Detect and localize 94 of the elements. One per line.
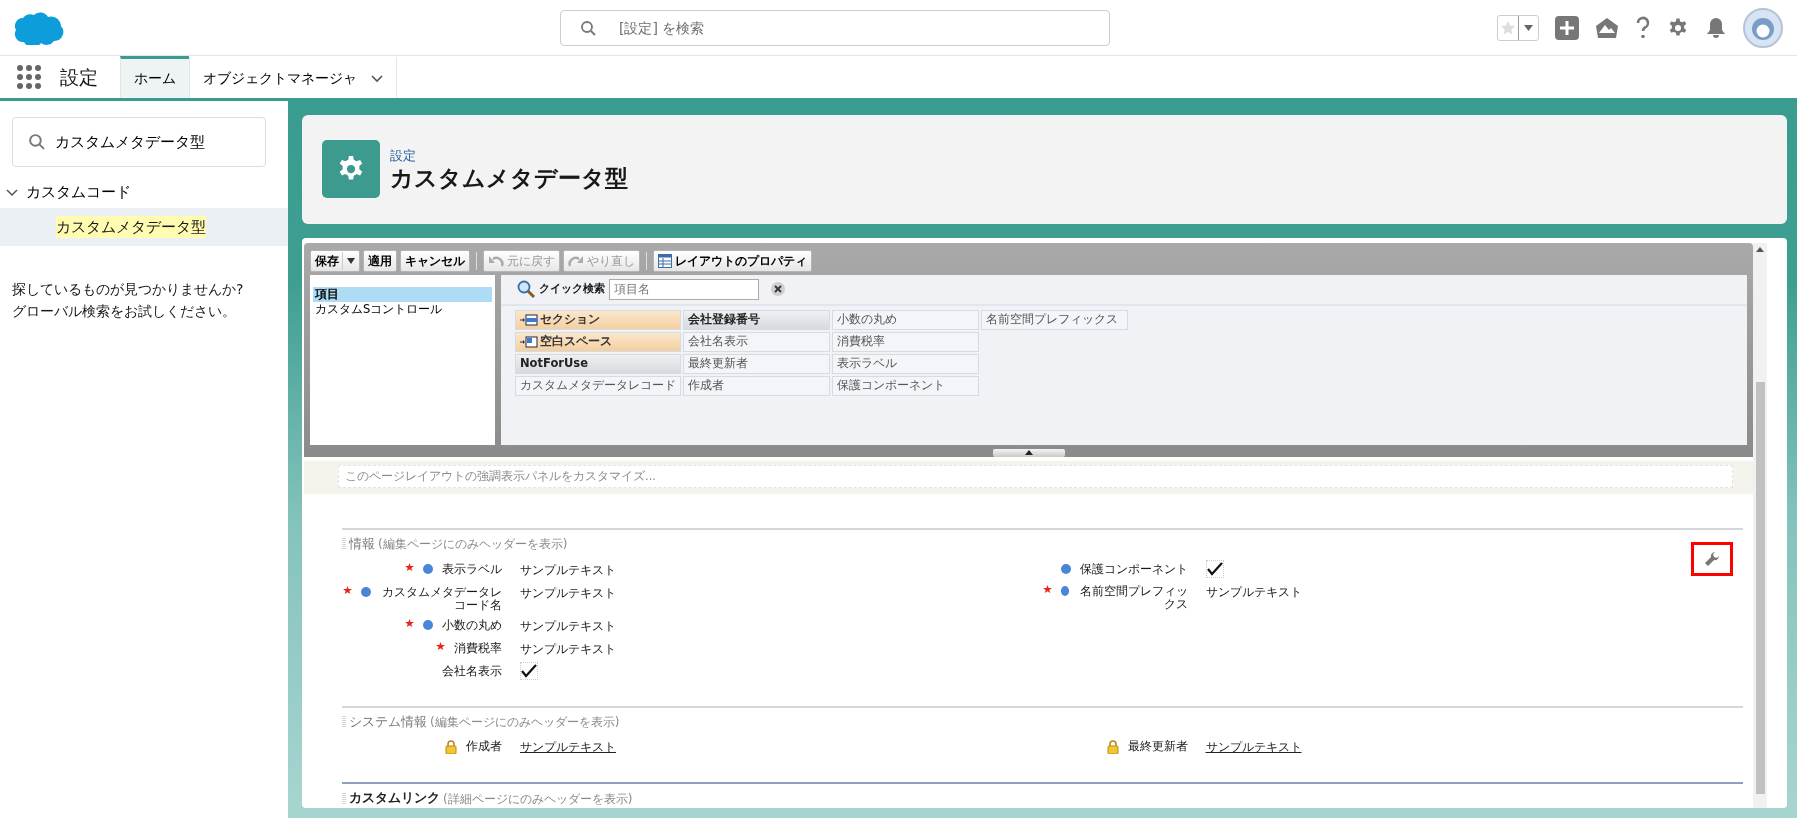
grip-icon xyxy=(342,715,346,728)
quick-find-label: クイック検索 xyxy=(539,280,605,297)
palette-item[interactable]: セクション xyxy=(515,309,681,330)
grip-icon xyxy=(342,538,346,551)
status-dot-icon xyxy=(423,619,433,630)
field-value: サンプルテキスト xyxy=(520,640,616,658)
field-label: 保護コンポーネント xyxy=(1079,560,1188,576)
section-icon xyxy=(520,313,538,326)
category-item[interactable]: 項目 xyxy=(313,286,492,302)
toolbar-button[interactable]: 保存 xyxy=(310,249,360,272)
status-dot-icon xyxy=(1060,585,1069,596)
favorites-button[interactable] xyxy=(1497,14,1539,41)
palette-item[interactable]: 空白スペース xyxy=(515,331,681,352)
required-star-icon xyxy=(405,562,414,572)
bell-icon[interactable] xyxy=(1705,16,1727,39)
field-label: 最終更新者 xyxy=(1127,738,1188,754)
palette-item[interactable]: 小数の丸め xyxy=(832,309,979,330)
palette-item[interactable]: 名前空間プレフィックス xyxy=(981,309,1128,330)
status-dot-icon xyxy=(361,586,371,597)
field-value: サンプルテキスト xyxy=(1205,583,1302,601)
settings-icon[interactable] xyxy=(1667,16,1689,39)
caret-icon xyxy=(347,258,355,264)
help-icon[interactable] xyxy=(1635,15,1651,40)
help-text: 探しているものが見つかりませんか? グローバル検索をお試しください。 xyxy=(11,279,245,322)
palette-item[interactable]: 会社名表示 xyxy=(683,331,830,352)
field-label: 作成者 xyxy=(466,738,502,754)
quick-find-field[interactable]: 項目名 xyxy=(609,278,759,300)
category-item[interactable]: カスタムSコントロール xyxy=(313,301,492,317)
collapse-handle[interactable] xyxy=(992,448,1065,457)
scrollbar[interactable] xyxy=(1753,242,1767,808)
field-value: サンプルテキスト xyxy=(520,584,616,602)
status-dot-icon xyxy=(423,563,433,574)
section-title: 情報 xyxy=(349,534,375,553)
field-value-link[interactable]: サンプルテキスト xyxy=(520,737,616,757)
palette-item[interactable]: 消費税率 xyxy=(832,331,979,352)
field-label: 会社名表示 xyxy=(442,662,502,678)
field-label: カスタムメタデータレコード名 xyxy=(381,583,502,612)
cloud-logo xyxy=(14,10,64,45)
highlights-panel-hint[interactable]: このページレイアウトの強調表示パネルをカスタマイズ... xyxy=(338,464,1733,488)
nav-tab[interactable]: オブジェクトマネージャ xyxy=(189,56,397,99)
redo-arrow-icon xyxy=(568,254,584,267)
chevron-down-icon xyxy=(371,74,383,83)
gear-tile-icon xyxy=(322,140,380,199)
field-label: 消費税率 xyxy=(454,639,502,655)
status-dot-icon xyxy=(1060,563,1071,574)
tree-node[interactable]: カスタムコード xyxy=(0,167,131,208)
add-icon[interactable] xyxy=(1555,15,1579,40)
palette-item[interactable]: 最終更新者 xyxy=(683,353,830,374)
app-launcher-icon[interactable] xyxy=(16,64,42,91)
lock-icon xyxy=(445,740,457,755)
palette-item[interactable]: 作成者 xyxy=(683,375,830,396)
star-icon xyxy=(1500,19,1516,36)
palette-item[interactable]: 表示ラベル xyxy=(832,353,979,374)
breadcrumb-link[interactable]: 設定 xyxy=(390,145,628,166)
palette-item[interactable]: カスタムメタデータレコード xyxy=(515,375,681,396)
global-search-field[interactable]: [設定] を検索 xyxy=(560,9,1110,46)
required-star-icon xyxy=(436,641,445,651)
section-title: カスタムリンク xyxy=(349,789,440,808)
wrench-icon[interactable] xyxy=(1704,550,1720,567)
section-title: システム情報 xyxy=(349,712,427,731)
table-icon xyxy=(658,253,672,268)
section-note: (編集ページにのみヘッダーを表示) xyxy=(378,536,568,554)
field-value-link[interactable]: サンプルテキスト xyxy=(1205,737,1302,757)
avatar-icon[interactable] xyxy=(1743,7,1783,48)
required-star-icon xyxy=(343,585,352,595)
field-value: サンプルテキスト xyxy=(520,561,616,579)
field-label: 表示ラベル xyxy=(442,560,502,576)
field-label: 名前空間プレフィックス xyxy=(1078,582,1188,611)
undo-arrow-icon xyxy=(488,254,504,267)
required-star-icon xyxy=(1042,584,1052,594)
palette-item[interactable]: 会社登録番号 xyxy=(683,309,830,330)
field-label: 小数の丸め xyxy=(442,616,502,632)
chevron-down-icon xyxy=(6,186,18,199)
toolbar-button[interactable]: レイアウトのプロパティ xyxy=(653,249,812,272)
toolbar-button[interactable]: 適用 xyxy=(363,249,397,272)
clear-icon[interactable] xyxy=(771,282,785,296)
palette-item[interactable]: NotForUse xyxy=(515,353,681,374)
sidebar-search-field[interactable]: カスタムメタデータ型 xyxy=(12,117,266,168)
tree-item[interactable]: カスタムメタデータ型 xyxy=(56,215,206,239)
grip-icon xyxy=(342,792,346,805)
page-title: カスタムメタデータ型 xyxy=(390,165,628,194)
required-star-icon xyxy=(405,618,414,628)
toolbar-button[interactable]: キャンセル xyxy=(400,249,470,272)
blank-space-icon xyxy=(520,335,538,348)
caret-icon xyxy=(1524,24,1533,31)
nav-tab[interactable]: ホーム xyxy=(120,56,189,99)
field-value: サンプルテキスト xyxy=(520,617,616,635)
lock-icon xyxy=(1106,740,1119,755)
section-note: (詳細ページにのみヘッダーを表示) xyxy=(443,790,633,808)
mountain-icon[interactable] xyxy=(1595,16,1619,39)
app-name: 設定 xyxy=(59,65,99,91)
section-note: (編集ページにのみヘッダーを表示) xyxy=(430,713,620,731)
palette-item[interactable]: 保護コンポーネント xyxy=(832,375,979,396)
magnifier-icon xyxy=(517,280,535,298)
